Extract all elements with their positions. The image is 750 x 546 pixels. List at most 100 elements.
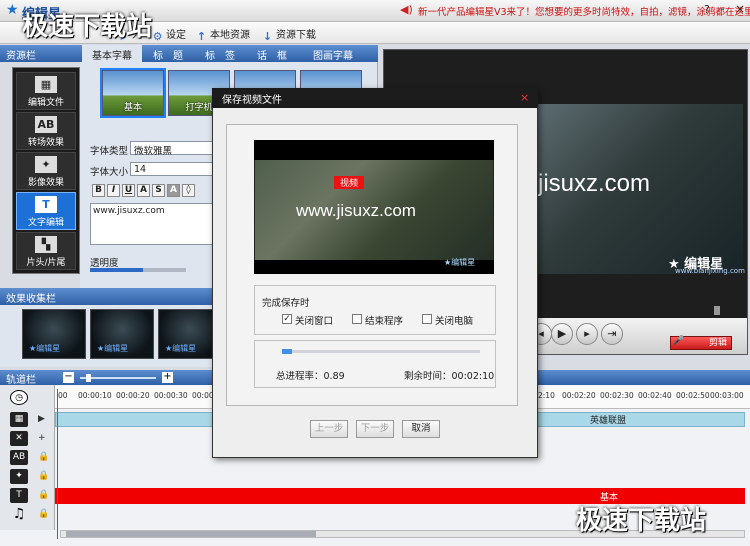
subtitle-text-input[interactable]: www.jisuxz.com [90, 203, 214, 245]
resources-header: 资源栏 [0, 45, 80, 62]
bold-button[interactable]: B [92, 184, 105, 197]
italic-button[interactable]: I [107, 184, 120, 197]
next-frame-button[interactable]: ▸ [576, 323, 598, 345]
effect-thumb[interactable]: ★编辑星 [90, 309, 154, 359]
play-track-icon[interactable]: ▶ [38, 414, 45, 424]
music-icon: ♫ [12, 506, 26, 522]
tick-label: 00:03:00 [710, 391, 744, 400]
tab-picture-subtitle[interactable]: 图画字幕 [298, 45, 368, 62]
category-label: 编辑文件 [27, 98, 64, 108]
clock-icon: ◷ [10, 390, 28, 405]
dialog-close-button[interactable]: × [520, 91, 529, 104]
preview-logo-url: www.bianjixing.com [675, 267, 745, 275]
effect-thumb[interactable]: ★编辑星 [22, 309, 86, 359]
shadow-button[interactable]: S [152, 184, 165, 197]
category-label: 转场效果 [27, 138, 64, 148]
progress-bar-fill [282, 349, 292, 354]
resource-category-list: ▦ 编辑文件 AB 转场效果 ✦ 影像效果 T 文字编辑 ▚ 片头/片尾 [12, 67, 80, 274]
tick-label: 00:00:10 [78, 391, 112, 400]
lock-icon[interactable]: 🔒 [38, 509, 49, 519]
zoom-out-button[interactable]: − [63, 372, 74, 383]
progress-label: 总进程率：0.89 [276, 371, 345, 382]
tab-basic-subtitle[interactable]: 基本字幕 [82, 45, 142, 62]
tick-label: 00:00:30 [154, 391, 188, 400]
text-track-icon: T [10, 488, 28, 503]
timeline-title: 轨道栏 [6, 375, 36, 386]
zoom-slider-thumb[interactable] [86, 374, 91, 382]
add-track-icon[interactable]: + [38, 433, 46, 443]
zoom-slider[interactable] [80, 377, 156, 379]
text-color-button[interactable]: A [137, 184, 150, 197]
exit-program-label: 结束程序 [365, 316, 404, 327]
toolbar-settings[interactable]: ⚙ 设定 [152, 26, 186, 42]
close-window-label: 关闭窗口 [295, 316, 334, 327]
end-button[interactable]: ⇥ [601, 323, 623, 345]
app-logo-star-icon: ★ [6, 2, 19, 18]
remaining-time-label: 剩余时间：00:02:10 [404, 371, 495, 382]
toolbar-settings-label: 设定 [166, 30, 186, 41]
tick-label: 00:00:20 [116, 391, 150, 400]
cancel-button[interactable]: 取消 [402, 420, 440, 438]
font-size-label: 字体大小 [90, 167, 129, 178]
font-type-label: 字体类型 [90, 146, 129, 157]
category-video-effect[interactable]: ✦ 影像效果 [16, 152, 76, 190]
lock-icon[interactable]: 🔒 [38, 471, 49, 481]
category-text-edit[interactable]: T 文字编辑 [16, 192, 76, 230]
audio-mute-icon: ✕ [10, 431, 28, 446]
text-icon: T [35, 196, 57, 213]
category-intro-outro[interactable]: ▚ 片头/片尾 [16, 232, 76, 270]
subtitle-tabs: 基本字幕 标 题 标 签 话 框 图画字幕 [80, 45, 378, 62]
transition-track-icon: AB [10, 450, 28, 465]
microphone-icon: 🎤 [673, 336, 685, 346]
lock-icon[interactable]: 🔒 [38, 452, 49, 462]
exit-program-checkbox[interactable] [352, 314, 362, 324]
tick-label: 00:02:30 [600, 391, 634, 400]
prev-step-button[interactable]: 上一步 [310, 420, 348, 438]
tick-label: 00:02:40 [638, 391, 672, 400]
video-effect-icon: ✦ [35, 156, 57, 173]
on-complete-title: 完成保存时 [262, 298, 310, 309]
seek-slider-thumb[interactable] [714, 306, 720, 315]
intro-outro-icon: ▚ [35, 236, 57, 253]
toolbar-local-resources[interactable]: ↑ 本地资源 [196, 26, 250, 42]
font-type-select[interactable]: 微软雅黑 [130, 141, 214, 157]
progress-bar [282, 350, 480, 353]
zoom-in-button[interactable]: + [162, 372, 173, 383]
effect-thumb-logo: ★编辑星 [29, 344, 61, 353]
dialog-video-logo: ★编辑星 [444, 258, 476, 267]
underline-button[interactable]: U [122, 184, 135, 197]
on-complete-section [254, 285, 496, 335]
subtitle-thumb-basic[interactable]: 基本 [100, 68, 166, 118]
playhead[interactable] [57, 389, 58, 539]
video-track-icon: ▦ [10, 412, 28, 427]
category-label: 片头/片尾 [26, 258, 66, 268]
watermark-top: 极速下载站 [22, 12, 153, 42]
background-color-button[interactable]: A [167, 184, 180, 197]
opacity-label: 透明度 [90, 258, 119, 269]
timeline-scrollbar-thumb[interactable] [66, 531, 316, 537]
preview-watermark-text: jisuxz.com [538, 170, 651, 197]
tab-label[interactable]: 标 签 [194, 45, 246, 62]
toolbar-resource-download-label: 资源下载 [276, 30, 316, 41]
upload-icon: ↑ [196, 30, 207, 43]
toolbar-resource-download[interactable]: ↓ 资源下载 [262, 26, 316, 42]
promo-ticker[interactable]: 新一代产品编辑星V3来了！您想要的更多时尚特效，自拍，滤镜，涂鸦都在这里！ [418, 4, 750, 18]
next-step-button[interactable]: 下一步 [356, 420, 394, 438]
shutdown-checkbox[interactable] [422, 314, 432, 324]
tick-label: 2:10 [538, 391, 555, 400]
opacity-slider-fill [90, 268, 143, 272]
fill-bucket-button[interactable]: ◊ [182, 184, 195, 197]
close-window-checkbox[interactable]: ✓ [282, 314, 292, 324]
category-edit-file[interactable]: ▦ 编辑文件 [16, 72, 76, 110]
tick-label: 00:02:50 [676, 391, 710, 400]
tab-dialog[interactable]: 话 框 [246, 45, 298, 62]
play-button[interactable]: ▶ [551, 323, 573, 345]
category-transition[interactable]: AB 转场效果 [16, 112, 76, 150]
tick-label: 00 [58, 391, 68, 400]
font-size-field[interactable]: 14 [130, 162, 214, 176]
dialog-video-watermark: www.jisuxz.com [296, 201, 416, 220]
dialog-video-letterbox-top [254, 140, 494, 160]
dialog-title: 保存视频文件 [212, 88, 538, 108]
lock-icon[interactable]: 🔒 [38, 490, 49, 500]
tab-title[interactable]: 标 题 [142, 45, 194, 62]
